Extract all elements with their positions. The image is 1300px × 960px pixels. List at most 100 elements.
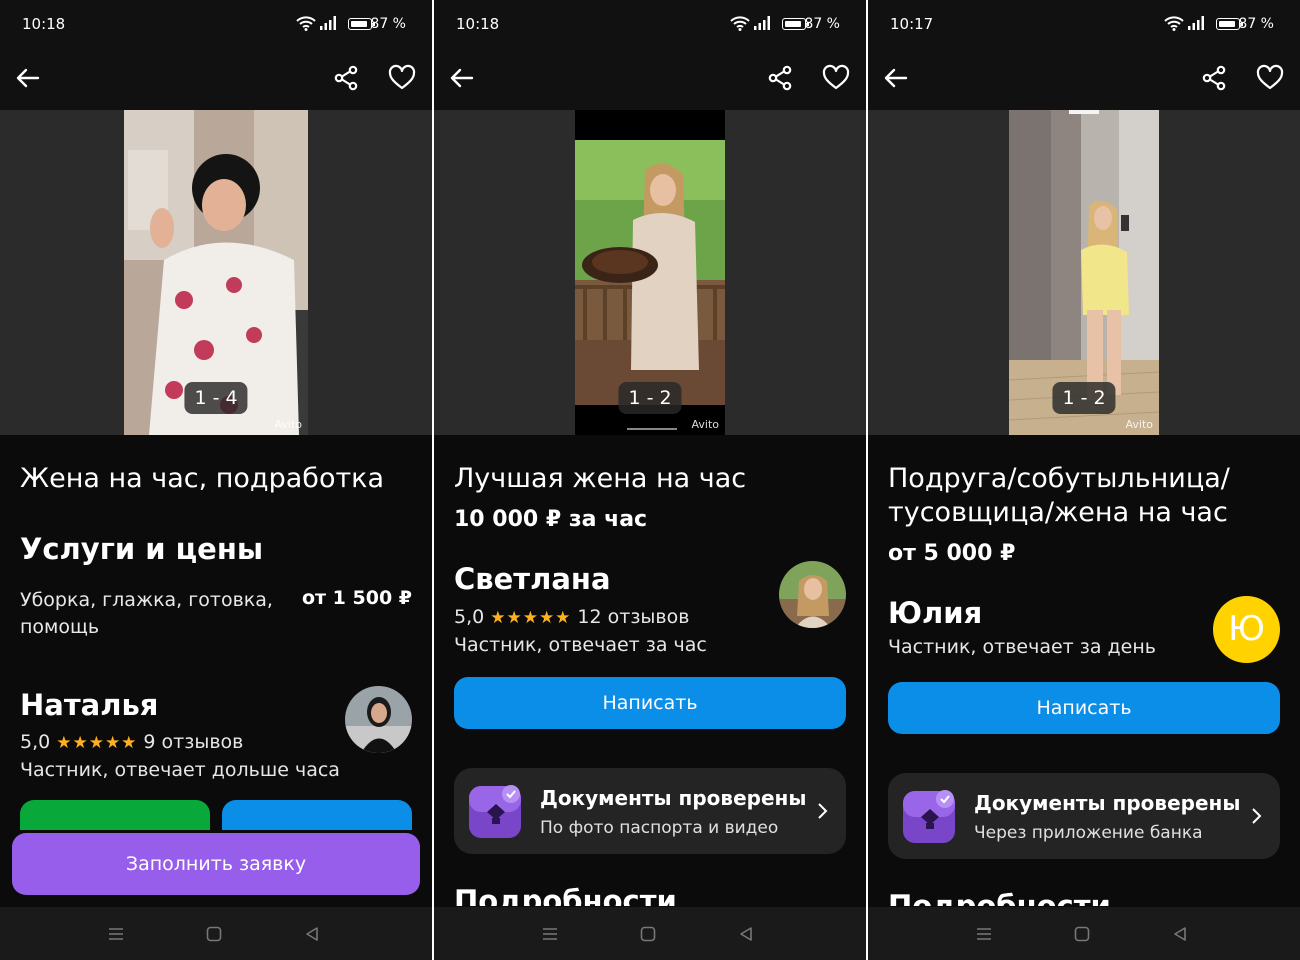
- seller-response-time: Частник, отвечает за день: [888, 636, 1156, 658]
- documents-title: Документы проверены: [540, 786, 807, 810]
- seller-name[interactable]: Светлана: [454, 562, 611, 596]
- status-time: 10:17: [890, 15, 934, 33]
- home-icon[interactable]: [204, 924, 224, 944]
- back-triangle-icon[interactable]: [302, 924, 322, 944]
- photo-gallery[interactable]: 1 - 2 Avito: [868, 110, 1300, 435]
- verified-docs-icon: [469, 785, 521, 838]
- avatar[interactable]: Ю: [1213, 596, 1280, 663]
- share-icon[interactable]: [766, 64, 794, 92]
- call-button[interactable]: [20, 800, 210, 830]
- screen-listing-3: 10:17 87 % 1 - 2 Avito Подруга/собутыльн…: [868, 0, 1300, 960]
- screen-listing-1: 10:18 87 % 1 - 4 Avito Жена на час, подр…: [0, 0, 432, 960]
- reviews-count: 9 отзывов: [143, 731, 244, 753]
- screen-listing-2: 10:18 87 % 1 - 2 Avito Лучшая жена на ча…: [434, 0, 866, 960]
- photo-counter: 1 - 4: [184, 382, 248, 414]
- heart-icon[interactable]: [1256, 64, 1284, 92]
- battery-icon: [1216, 18, 1243, 30]
- back-triangle-icon[interactable]: [736, 924, 756, 944]
- status-bar: 10:17 87 %: [868, 0, 1300, 44]
- message-button[interactable]: [222, 800, 412, 830]
- details-heading: Подробности: [888, 889, 1111, 906]
- back-triangle-icon[interactable]: [1170, 924, 1190, 944]
- photo-counter: 1 - 2: [1052, 382, 1116, 414]
- system-nav-bar: [0, 907, 432, 960]
- back-arrow-icon[interactable]: [882, 64, 910, 92]
- share-icon[interactable]: [1200, 64, 1228, 92]
- status-bar: 10:18 87 %: [0, 0, 432, 44]
- listing-price: 10 000 ₽ за час: [454, 507, 648, 532]
- avito-watermark: Avito: [1125, 418, 1154, 431]
- listing-title: Подруга/собутыльница/ тусовщица/жена на …: [888, 462, 1278, 530]
- documents-verified-card[interactable]: Документы проверены Через приложение бан…: [888, 773, 1280, 859]
- photo-gallery[interactable]: 1 - 4 Avito: [0, 110, 432, 435]
- photo-counter: 1 - 2: [618, 382, 682, 414]
- heart-icon[interactable]: [388, 64, 416, 92]
- seller-response-time: Частник, отвечает за час: [454, 634, 707, 656]
- documents-subtitle: По фото паспорта и видео: [540, 818, 779, 838]
- listing-photo[interactable]: 1 - 2 Avito: [1009, 110, 1159, 435]
- seller-name[interactable]: Наталья: [20, 688, 158, 722]
- documents-title: Документы проверены: [974, 791, 1241, 815]
- listing-price: от 5 000 ₽: [888, 541, 1016, 566]
- services-heading: Услуги и цены: [20, 532, 264, 566]
- chevron-right-icon: [1252, 808, 1262, 824]
- listing-title: Жена на час, подработка: [20, 463, 385, 494]
- write-button[interactable]: Написать: [454, 677, 846, 729]
- details-heading: Подробности: [454, 884, 677, 906]
- service-price: от 1 500 ₽: [301, 587, 412, 609]
- top-app-bar: [434, 44, 866, 110]
- share-icon[interactable]: [332, 64, 360, 92]
- avatar-image: [779, 561, 846, 628]
- heart-icon[interactable]: [822, 64, 850, 92]
- seller-name[interactable]: Юлия: [888, 596, 982, 630]
- seller-rating[interactable]: 5,0 ★★★★★ 12 отзывов: [454, 606, 689, 628]
- status-time: 10:18: [22, 15, 66, 33]
- apply-button[interactable]: Заполнить заявку: [12, 833, 420, 895]
- reviews-count: 12 отзывов: [577, 606, 690, 628]
- seller-response-time: Частник, отвечает дольше часа: [20, 759, 340, 781]
- status-bar: 10:18 87 %: [434, 0, 866, 44]
- battery-percent: 87 %: [370, 16, 406, 32]
- menu-icon[interactable]: [974, 924, 994, 944]
- system-nav-bar: [434, 907, 866, 960]
- service-name: Уборка, глажка, готовка, помощь: [20, 589, 273, 638]
- avito-watermark: Avito: [691, 418, 720, 431]
- top-app-bar: [868, 44, 1300, 110]
- listing-title-line2: тусовщица/жена на час: [888, 497, 1228, 528]
- wifi-icon: [296, 16, 316, 31]
- avatar[interactable]: [345, 686, 412, 753]
- wifi-icon: [1164, 16, 1184, 31]
- battery-icon: [782, 18, 809, 30]
- menu-icon[interactable]: [106, 924, 126, 944]
- back-arrow-icon[interactable]: [448, 64, 476, 92]
- signal-icon: [1188, 16, 1204, 30]
- back-arrow-icon[interactable]: [14, 64, 42, 92]
- listing-title: Лучшая жена на час: [454, 463, 747, 494]
- top-app-bar: [0, 44, 432, 110]
- status-time: 10:18: [456, 15, 500, 33]
- menu-icon[interactable]: [540, 924, 560, 944]
- documents-verified-card[interactable]: Документы проверены По фото паспорта и в…: [454, 768, 846, 854]
- listing-title-line1: Подруга/собутыльница/: [888, 463, 1230, 494]
- documents-subtitle: Через приложение банка: [974, 823, 1203, 843]
- signal-icon: [754, 16, 770, 30]
- home-icon[interactable]: [1072, 924, 1092, 944]
- photo-gallery[interactable]: 1 - 2 Avito: [434, 110, 866, 435]
- verified-docs-icon: [903, 790, 955, 843]
- avatar[interactable]: [779, 561, 846, 628]
- seller-rating[interactable]: 5,0 ★★★★★ 9 отзывов: [20, 731, 243, 753]
- signal-icon: [320, 16, 336, 30]
- home-icon[interactable]: [638, 924, 658, 944]
- rating-stars: ★★★★★: [56, 733, 138, 753]
- battery-icon: [348, 18, 375, 30]
- wifi-icon: [730, 16, 750, 31]
- write-button[interactable]: Написать: [888, 682, 1280, 734]
- listing-photo[interactable]: 1 - 2 Avito: [575, 110, 725, 435]
- avito-watermark: Avito: [274, 418, 303, 431]
- system-nav-bar: [868, 907, 1300, 960]
- listing-photo[interactable]: 1 - 4 Avito: [124, 110, 308, 435]
- avatar-image: [345, 686, 412, 753]
- battery-percent: 87 %: [804, 16, 840, 32]
- chevron-right-icon: [818, 803, 828, 819]
- rating-value: 5,0: [454, 606, 485, 628]
